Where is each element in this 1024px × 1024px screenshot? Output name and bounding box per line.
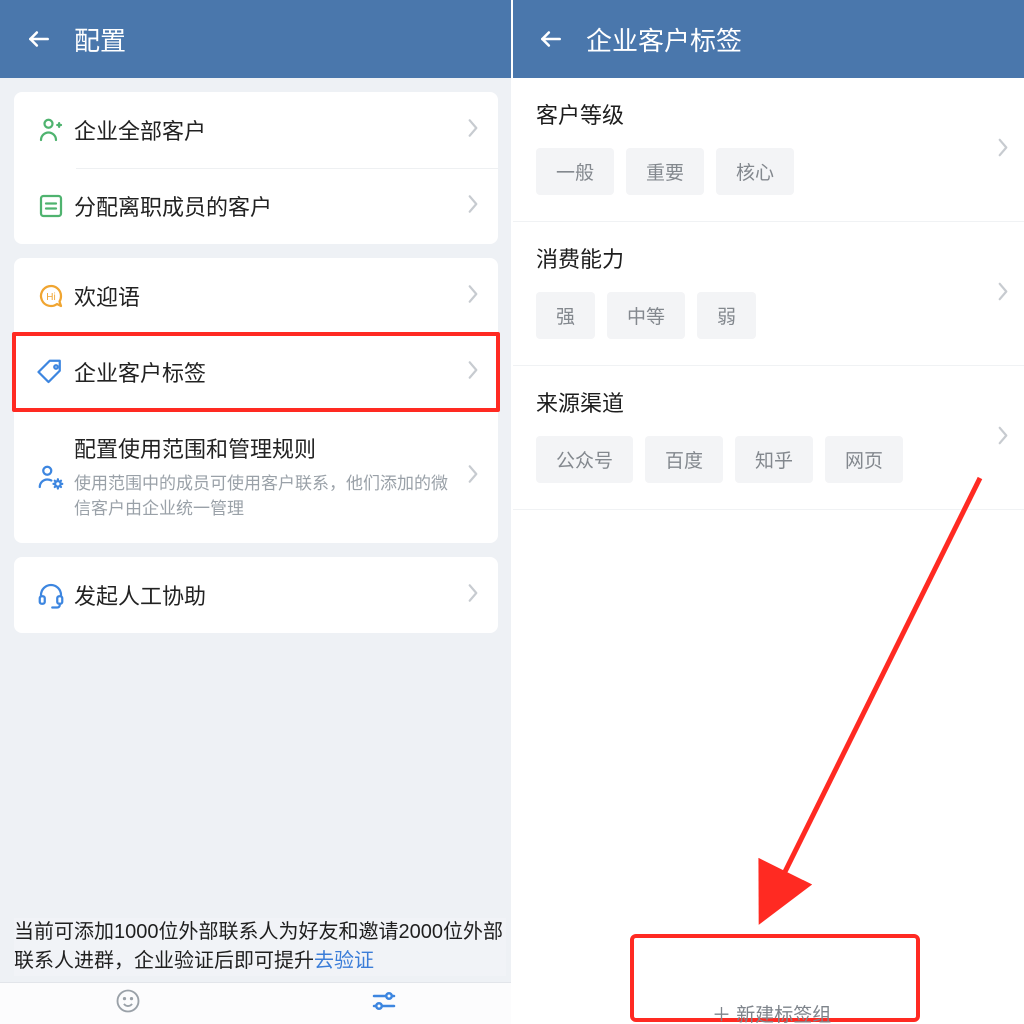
chevron-right-icon bbox=[996, 424, 1010, 451]
row-body: 企业客户标签 bbox=[74, 356, 460, 388]
row-body: 欢迎语 bbox=[74, 280, 460, 312]
tag-chip[interactable]: 核心 bbox=[716, 148, 794, 195]
chevron-right-icon bbox=[996, 136, 1010, 163]
tag-chip[interactable]: 中等 bbox=[607, 292, 685, 339]
list-row[interactable]: 企业客户标签 bbox=[14, 334, 498, 410]
row-body: 配置使用范围和管理规则使用范围中的成员可使用客户联系，他们添加的微信客户由企业统… bbox=[74, 432, 460, 521]
emoji-icon[interactable] bbox=[114, 987, 142, 1020]
tag-chip[interactable]: 弱 bbox=[697, 292, 756, 339]
svg-text:Hi: Hi bbox=[46, 292, 55, 303]
left-pane: 配置 企业全部客户分配离职成员的客户Hi欢迎语企业客户标签配置使用范围和管理规则… bbox=[0, 0, 512, 1024]
tag-list: 公众号百度知乎网页 bbox=[536, 436, 1000, 483]
row-label: 企业客户标签 bbox=[74, 356, 460, 388]
back-arrow-icon bbox=[26, 26, 52, 52]
row-label: 分配离职成员的客户 bbox=[74, 190, 460, 222]
tag-section-title: 消费能力 bbox=[536, 242, 1000, 274]
headset-icon bbox=[28, 580, 74, 610]
footer-verify-link[interactable]: 去验证 bbox=[314, 950, 374, 972]
tag-chip[interactable]: 强 bbox=[536, 292, 595, 339]
chevron-right-icon bbox=[466, 359, 480, 386]
person-icon bbox=[28, 115, 74, 145]
row-body: 企业全部客户 bbox=[74, 114, 460, 146]
header-left: 配置 bbox=[0, 0, 512, 78]
list-group: 发起人工协助 bbox=[14, 557, 498, 633]
tag-chip[interactable]: 知乎 bbox=[735, 436, 813, 483]
chevron-right-icon bbox=[466, 283, 480, 310]
sliders-icon[interactable] bbox=[369, 986, 399, 1021]
tag-list: 强中等弱 bbox=[536, 292, 1000, 339]
tag-section-title: 来源渠道 bbox=[536, 386, 1000, 418]
list-icon bbox=[28, 191, 74, 221]
row-subtext: 使用范围中的成员可使用客户联系，他们添加的微信客户由企业统一管理 bbox=[74, 472, 460, 521]
tag-list: 一般重要核心 bbox=[536, 148, 1000, 195]
tag-chip[interactable]: 重要 bbox=[626, 148, 704, 195]
list-group: 企业全部客户分配离职成员的客户 bbox=[14, 92, 498, 244]
list-row[interactable]: Hi 欢迎语 bbox=[14, 258, 498, 334]
bottom-toolbar bbox=[0, 982, 512, 1024]
chevron-right-icon bbox=[466, 117, 480, 144]
chevron-right-icon bbox=[996, 280, 1010, 307]
list-row[interactable]: 企业全部客户 bbox=[14, 92, 498, 168]
row-label: 企业全部客户 bbox=[74, 114, 460, 146]
header-right: 企业客户标签 bbox=[512, 0, 1024, 78]
tag-icon bbox=[28, 357, 74, 387]
tag-chip[interactable]: 一般 bbox=[536, 148, 614, 195]
tag-chip[interactable]: 公众号 bbox=[536, 436, 633, 483]
footer-text: 当前可添加1000位外部联系人为好友和邀请2000位外部联系人进群，企业验证后即… bbox=[14, 921, 503, 972]
add-tag-group-button[interactable]: ＋ 新建标签组 bbox=[712, 1000, 831, 1024]
chevron-right-icon bbox=[466, 582, 480, 609]
chevron-right-icon bbox=[466, 463, 480, 490]
footer-notice: 当前可添加1000位外部联系人为好友和邀请2000位外部联系人进群，企业验证后即… bbox=[14, 918, 506, 976]
list-row[interactable]: 配置使用范围和管理规则使用范围中的成员可使用客户联系，他们添加的微信客户由企业统… bbox=[14, 410, 498, 543]
tag-section[interactable]: 客户等级一般重要核心 bbox=[512, 78, 1024, 222]
tag-section[interactable]: 来源渠道公众号百度知乎网页 bbox=[512, 366, 1024, 510]
tag-section[interactable]: 消费能力强中等弱 bbox=[512, 222, 1024, 366]
row-label: 欢迎语 bbox=[74, 280, 460, 312]
row-body: 分配离职成员的客户 bbox=[74, 190, 460, 222]
right-pane: 企业客户标签 客户等级一般重要核心消费能力强中等弱来源渠道公众号百度知乎网页 ＋… bbox=[512, 0, 1024, 1024]
tag-chip[interactable]: 网页 bbox=[825, 436, 903, 483]
back-button-right[interactable] bbox=[532, 20, 570, 58]
pane-separator bbox=[511, 0, 513, 1024]
header-title-right: 企业客户标签 bbox=[586, 21, 742, 58]
person-gear-icon bbox=[28, 462, 74, 492]
chat-hi-icon: Hi bbox=[28, 281, 74, 311]
chevron-right-icon bbox=[466, 193, 480, 220]
row-label: 配置使用范围和管理规则 bbox=[74, 432, 460, 464]
tag-chip[interactable]: 百度 bbox=[645, 436, 723, 483]
header-title-left: 配置 bbox=[74, 21, 126, 58]
back-arrow-icon bbox=[538, 26, 564, 52]
list-row[interactable]: 分配离职成员的客户 bbox=[14, 168, 498, 244]
annotation-arrow-icon bbox=[732, 470, 992, 940]
row-label: 发起人工协助 bbox=[74, 579, 460, 611]
tag-section-title: 客户等级 bbox=[536, 98, 1000, 130]
list-group: Hi 欢迎语企业客户标签配置使用范围和管理规则使用范围中的成员可使用客户联系，他们… bbox=[14, 258, 498, 543]
list-row[interactable]: 发起人工协助 bbox=[14, 557, 498, 633]
row-body: 发起人工协助 bbox=[74, 579, 460, 611]
back-button[interactable] bbox=[20, 20, 58, 58]
